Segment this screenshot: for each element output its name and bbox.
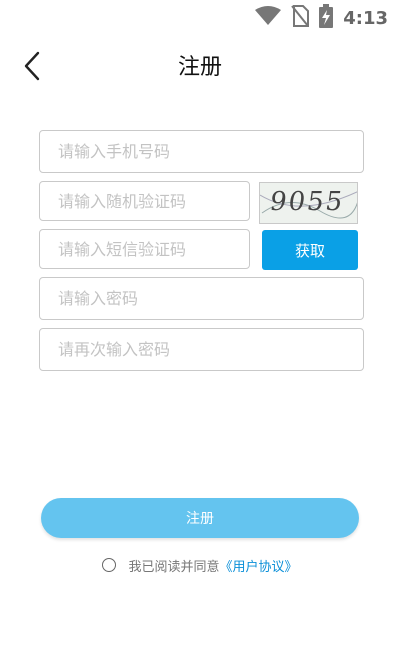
- captcha-image[interactable]: 9055: [259, 182, 358, 224]
- status-bar: 4:13: [0, 0, 400, 36]
- phone-input[interactable]: [39, 130, 364, 173]
- agreement-radio[interactable]: [102, 558, 117, 572]
- status-time: 4:13: [343, 7, 388, 29]
- captcha-text: 9055: [267, 187, 347, 217]
- page-title: 注册: [177, 55, 222, 80]
- sms-code-input[interactable]: [39, 229, 250, 269]
- user-agreement-link[interactable]: 《用户协议》: [220, 556, 298, 575]
- register-button[interactable]: 注册: [41, 498, 359, 538]
- agreement-text: 我已阅读并同意: [128, 559, 220, 575]
- status-icons: 4:13: [255, 4, 388, 32]
- battery-charging-icon: [319, 4, 334, 32]
- no-sim-icon: [291, 5, 310, 31]
- agreement-row: 我已阅读并同意 《用户协议》: [0, 554, 400, 576]
- get-code-button[interactable]: 获取: [262, 230, 358, 270]
- nav-bar: 注册: [0, 40, 400, 96]
- password-input[interactable]: [39, 277, 364, 320]
- random-code-input[interactable]: [39, 181, 250, 221]
- wifi-icon: [255, 6, 282, 30]
- confirm-password-input[interactable]: [39, 328, 364, 371]
